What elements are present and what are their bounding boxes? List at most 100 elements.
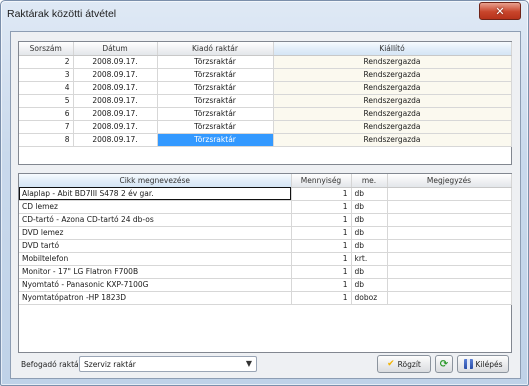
cell-me[interactable]: db <box>351 187 388 201</box>
column-header-sorszam[interactable]: Sorszám <box>19 42 74 56</box>
cell-sorszam: 4 <box>19 81 74 95</box>
cell-kiado-raktar: Törzsraktár <box>157 55 274 69</box>
cell-kiado-raktar: Törzsraktár <box>157 107 274 121</box>
items-grid[interactable]: Cikk megnevezése Mennyiség me. Megjegyzé… <box>18 173 512 353</box>
cell-kiallito: Rendszergazda <box>273 94 512 108</box>
cell-me[interactable]: db <box>351 265 388 279</box>
save-button-label: Rögzít <box>397 359 421 369</box>
table-row[interactable]: 2 2008.09.17. Törzsraktár Rendszergazda <box>19 55 512 69</box>
cell-kiado-raktar: Törzsraktár <box>157 68 274 82</box>
cell-kiado-raktar: Törzsraktár <box>157 94 274 108</box>
cell-datum: 2008.09.17. <box>73 68 158 82</box>
cell-kiallito: Rendszergazda <box>273 81 512 95</box>
cell-mennyiseg[interactable]: 1 <box>291 187 352 201</box>
cell-me[interactable]: db <box>351 278 388 292</box>
chevron-down-icon[interactable]: ▼ <box>246 359 252 368</box>
table-row[interactable]: Nyomtatópatron -HP 1823D 1 doboz <box>19 291 512 305</box>
column-header-megjegyzes[interactable]: Megjegyzés <box>387 174 512 188</box>
receiving-warehouse-value: Szerviz raktár <box>84 360 136 369</box>
table-row[interactable]: Monitor - 17" LG Flatron F700B 1 db <box>19 265 512 279</box>
cell-megjegyzes[interactable] <box>387 291 512 305</box>
table-row[interactable]: 5 2008.09.17. Törzsraktár Rendszergazda <box>19 94 512 108</box>
column-header-me[interactable]: me. <box>351 174 388 188</box>
cell-cikk[interactable]: DVD tartó <box>19 239 292 253</box>
receiving-warehouse-select[interactable]: Szerviz raktár ▼ <box>79 356 257 372</box>
table-row[interactable]: DVD lemez 1 db <box>19 226 512 240</box>
cell-sorszam: 3 <box>19 68 74 82</box>
cell-megjegyzes[interactable] <box>387 265 512 279</box>
table-row[interactable]: CD lemez 1 db <box>19 200 512 214</box>
transfers-header-row: Sorszám Dátum Kiadó raktár Kiállító <box>19 42 512 56</box>
dialog-window: Raktárak közötti átvétel ✕ Sorszám Dátum… <box>0 0 529 386</box>
cell-megjegyzes[interactable] <box>387 226 512 240</box>
table-row[interactable]: 6 2008.09.17. Törzsraktár Rendszergazda <box>19 107 512 121</box>
cell-mennyiseg[interactable]: 1 <box>291 226 352 240</box>
cell-megjegyzes[interactable] <box>387 239 512 253</box>
column-header-datum[interactable]: Dátum <box>73 42 158 56</box>
cell-kiallito: Rendszergazda <box>273 133 512 147</box>
cell-cikk[interactable]: Nyomtató - Panasonic KXP-7100G <box>19 278 292 292</box>
cell-mennyiseg[interactable]: 1 <box>291 278 352 292</box>
table-row[interactable]: CD-tartó - Azona CD-tartó 24 db-os 1 db <box>19 213 512 227</box>
table-row[interactable]: 7 2008.09.17. Törzsraktár Rendszergazda <box>19 120 512 134</box>
cell-datum: 2008.09.17. <box>73 107 158 121</box>
exit-button-label: Kilépés <box>475 359 503 369</box>
cell-kiallito: Rendszergazda <box>273 107 512 121</box>
cell-me[interactable]: db <box>351 226 388 240</box>
cell-mennyiseg[interactable]: 1 <box>291 239 352 253</box>
cell-kiado-raktar: Törzsraktár <box>157 120 274 134</box>
column-header-mennyiseg[interactable]: Mennyiség <box>291 174 352 188</box>
cell-datum: 2008.09.17. <box>73 55 158 69</box>
table-row[interactable]: DVD tartó 1 db <box>19 239 512 253</box>
cell-sorszam: 5 <box>19 94 74 108</box>
title-bar: Raktárak közötti átvétel ✕ <box>1 1 528 29</box>
table-row-selected[interactable]: 8 2008.09.17. Törzsraktár Rendszergazda <box>19 133 512 147</box>
cell-cikk[interactable]: CD lemez <box>19 200 292 214</box>
cell-me[interactable]: db <box>351 213 388 227</box>
cell-datum: 2008.09.17. <box>73 81 158 95</box>
table-row[interactable]: 4 2008.09.17. Törzsraktár Rendszergazda <box>19 81 512 95</box>
cell-sorszam: 2 <box>19 55 74 69</box>
cell-me[interactable]: db <box>351 239 388 253</box>
items-header-row: Cikk megnevezése Mennyiség me. Megjegyzé… <box>19 174 512 188</box>
transfers-grid[interactable]: Sorszám Dátum Kiadó raktár Kiállító 2 20… <box>18 41 512 165</box>
cell-kiallito: Rendszergazda <box>273 55 512 69</box>
cell-kiallito: Rendszergazda <box>273 68 512 82</box>
cell-megjegyzes[interactable] <box>387 213 512 227</box>
table-row[interactable]: 3 2008.09.17. Törzsraktár Rendszergazda <box>19 68 512 82</box>
cell-cikk[interactable]: Monitor - 17" LG Flatron F700B <box>19 265 292 279</box>
column-header-kiado-raktar[interactable]: Kiadó raktár <box>157 42 274 56</box>
cell-cikk[interactable]: DVD lemez <box>19 226 292 240</box>
cell-mennyiseg[interactable]: 1 <box>291 252 352 266</box>
cell-me[interactable]: doboz <box>351 291 388 305</box>
cell-me[interactable]: krt. <box>351 252 388 266</box>
cell-megjegyzes[interactable] <box>387 200 512 214</box>
cell-cikk[interactable]: CD-tartó - Azona CD-tartó 24 db-os <box>19 213 292 227</box>
receiving-warehouse-label: Befogadó raktár: <box>21 360 85 369</box>
table-row[interactable]: Mobiltelefon 1 krt. <box>19 252 512 266</box>
close-button[interactable]: ✕ <box>479 2 521 20</box>
cell-megjegyzes[interactable] <box>387 252 512 266</box>
cell-mennyiseg[interactable]: 1 <box>291 213 352 227</box>
cell-me[interactable]: db <box>351 200 388 214</box>
column-header-kiallito[interactable]: Kiállító <box>273 42 512 56</box>
table-row[interactable]: Alaplap - Abit BD7III S478 2 év gar. 1 d… <box>19 187 512 201</box>
cell-sorszam: 7 <box>19 120 74 134</box>
cell-mennyiseg[interactable]: 1 <box>291 291 352 305</box>
refresh-icon: ⟳ <box>439 358 449 370</box>
table-row[interactable]: Nyomtató - Panasonic KXP-7100G 1 db <box>19 278 512 292</box>
cell-mennyiseg[interactable]: 1 <box>291 200 352 214</box>
cell-mennyiseg[interactable]: 1 <box>291 265 352 279</box>
cell-cikk[interactable]: Nyomtatópatron -HP 1823D <box>19 291 292 305</box>
save-button[interactable]: ✔ Rögzít <box>377 355 431 373</box>
window-title: Raktárak közötti átvétel <box>7 8 117 20</box>
refresh-button[interactable]: ⟳ <box>435 355 453 373</box>
cell-cikk[interactable]: Mobiltelefon <box>19 252 292 266</box>
cell-sorszam: 8 <box>19 133 74 147</box>
column-header-cikk[interactable]: Cikk megnevezése <box>19 174 292 188</box>
cell-megjegyzes[interactable] <box>387 278 512 292</box>
footer-bar: Befogadó raktár: Szerviz raktár ▼ ✔ Rögz… <box>11 352 520 378</box>
exit-button[interactable]: Kilépés <box>457 355 509 373</box>
cell-cikk-focused[interactable]: Alaplap - Abit BD7III S478 2 év gar. <box>19 187 292 201</box>
cell-megjegyzes[interactable] <box>387 187 512 201</box>
